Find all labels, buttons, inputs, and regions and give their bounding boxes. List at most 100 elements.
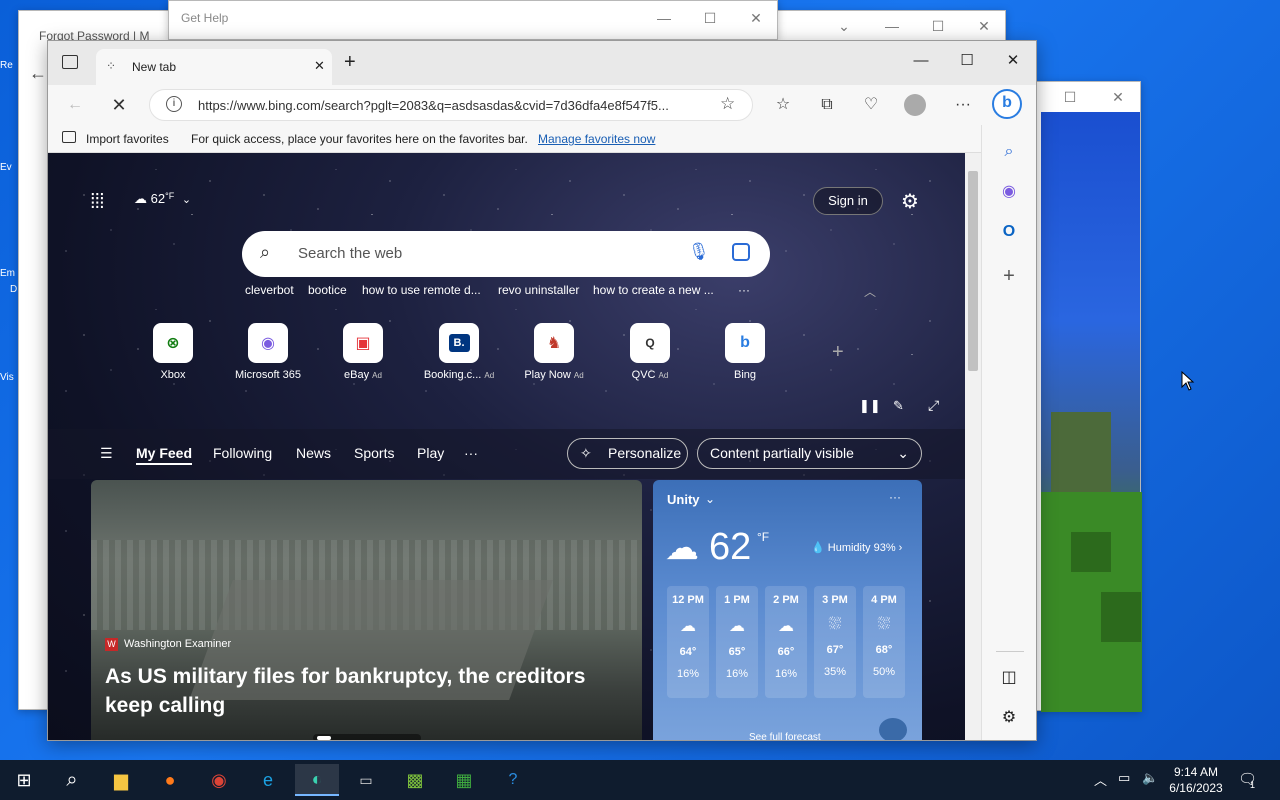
stop-loading-icon[interactable]: ✕ [106, 93, 132, 117]
search-icon[interactable]: ⌕ [50, 764, 94, 796]
collapse-chevron-icon[interactable]: ︿ [864, 283, 876, 300]
import-favorites-button[interactable]: Import favorites [86, 132, 169, 146]
news-headline[interactable]: As US military files for bankruptcy, the… [105, 662, 635, 720]
clock[interactable]: 9:14 AM 6/16/2023 [1166, 764, 1226, 796]
news-card[interactable]: W Washington Examiner As US military file… [91, 480, 642, 740]
maximize-button[interactable]: ☐ [687, 1, 733, 31]
network-icon[interactable]: ▭ [1118, 770, 1130, 786]
quick-link-qvc[interactable]: Q QVC Ad [605, 323, 695, 381]
apps-grid-icon[interactable]: ⁞⁞⁞ [90, 191, 105, 214]
hourly-forecast[interactable]: 3 PM ⛆ 67° 35% [814, 586, 856, 698]
tab-sports[interactable]: Sports [354, 445, 394, 461]
collections-icon[interactable]: ⧉ [814, 93, 840, 117]
maximize-button[interactable]: ☐ [944, 41, 990, 81]
weather-location[interactable]: Unity [667, 492, 700, 507]
windows-start-icon[interactable]: ⊞ [2, 764, 46, 796]
scrollbar-thumb[interactable] [968, 171, 978, 371]
minecraft-icon[interactable]: ▩ [393, 764, 437, 796]
search-suggestion[interactable]: revo uninstaller [498, 283, 579, 297]
humidity-label[interactable]: 💧 Humidity 93% › [811, 541, 902, 554]
add-sidebar-app-icon[interactable]: + [996, 263, 1022, 289]
internet-explorer-icon[interactable]: e [246, 764, 290, 796]
see-full-forecast-link[interactable]: See full forecast [749, 732, 821, 740]
search-input[interactable]: Search the web [298, 245, 402, 262]
address-bar[interactable]: i https://www.bing.com/search?pglt=2083&… [149, 89, 753, 121]
favorites-icon[interactable]: ☆ [770, 93, 796, 117]
show-hidden-icons-icon[interactable]: ︿ [1094, 770, 1107, 789]
quick-link-bing[interactable]: b Bing [700, 323, 790, 381]
chevron-down-icon[interactable]: ⌄ [705, 492, 715, 506]
maximize-button[interactable]: ☐ [915, 11, 961, 41]
tab-my-feed[interactable]: My Feed [136, 445, 193, 465]
page-scrollbar[interactable] [965, 153, 981, 740]
game-view[interactable] [1041, 112, 1142, 712]
quick-link-microsoft-365[interactable]: ◉ Microsoft 365 [223, 323, 313, 381]
get-help-icon[interactable]: ? [491, 764, 535, 796]
new-tab-button[interactable]: + [344, 51, 356, 74]
hourly-forecast[interactable]: 12 PM ☁ 64° 16% [667, 586, 709, 698]
microsoft-365-icon[interactable]: ◉ [996, 179, 1022, 205]
pause-background-icon[interactable]: ❚❚ [859, 398, 881, 414]
hourly-forecast[interactable]: 4 PM ⛆ 68° 50% [863, 586, 905, 698]
search-icon[interactable]: ⌕ [996, 139, 1022, 165]
search-suggestion[interactable]: how to use remote d... [362, 283, 481, 297]
content-visibility-dropdown[interactable]: Content partially visible ⌄ [697, 438, 922, 469]
close-button[interactable]: ✕ [990, 41, 1036, 81]
manage-favorites-link[interactable]: Manage favorites now [538, 132, 655, 146]
minimize-button[interactable]: — [869, 11, 915, 41]
browser-essentials-icon[interactable]: ♡ [858, 93, 884, 117]
close-tab-icon[interactable]: ✕ [314, 58, 325, 74]
carousel-indicator[interactable] [313, 734, 421, 740]
info-icon[interactable]: i [166, 96, 182, 112]
close-button[interactable]: ✕ [733, 1, 779, 31]
minecraft-launcher-icon[interactable]: ▦ [442, 764, 486, 796]
tab-news[interactable]: News [296, 445, 331, 461]
weather-widget[interactable]: ☁ 62°F ⌄ [134, 191, 191, 207]
quick-link-play-now[interactable]: ♞ Play Now Ad [509, 323, 599, 381]
more-suggestions-icon[interactable]: ··· [738, 283, 750, 297]
close-button[interactable]: ✕ [1095, 82, 1141, 112]
back-arrow-icon[interactable]: ← [29, 63, 47, 84]
edit-background-icon[interactable]: ✎ [893, 398, 904, 414]
tab-new-tab[interactable]: ⁘ New tab ✕ [96, 49, 332, 85]
weather-card[interactable]: Unity ⌄ ··· ☁ 62 °F 💧 Humidity 93% › 12 … [653, 480, 922, 740]
url-text[interactable]: https://www.bing.com/search?pglt=2083&q=… [198, 98, 714, 113]
minimize-button[interactable]: — [641, 1, 687, 31]
firefox-icon[interactable]: ● [148, 764, 192, 796]
search-suggestion[interactable]: how to create a new ... [593, 283, 714, 297]
quick-link-ebay[interactable]: ▣ eBay Ad [318, 323, 408, 381]
more-options-icon[interactable]: ··· [889, 490, 901, 504]
quick-link-xbox[interactable]: ⊗ Xbox [128, 323, 218, 381]
edge-browser-window[interactable]: ⁘ New tab ✕ + — ☐ ✕ ← ✕ i https://www.bi… [47, 40, 1037, 741]
bing-chat-icon[interactable]: b [992, 89, 1022, 119]
background-window-get-help[interactable]: Get Help — ☐ ✕ [168, 0, 778, 40]
more-options-icon[interactable]: ··· [950, 93, 976, 117]
chrome-icon[interactable]: ◉ [197, 764, 241, 796]
file-explorer-icon[interactable]: ▆ [99, 764, 143, 796]
close-button[interactable]: ✕ [961, 11, 1007, 41]
visual-search-icon[interactable] [732, 243, 750, 261]
more-tabs-icon[interactable]: ··· [464, 445, 478, 461]
expand-icon[interactable]: ⤢ [928, 397, 939, 414]
chevron-down-icon[interactable]: ⌄ [821, 11, 867, 41]
hide-sidebar-icon[interactable]: ◫ [996, 665, 1022, 691]
personalize-button[interactable]: ✧ Personalize [567, 438, 688, 469]
sign-in-button[interactable]: Sign in [813, 187, 883, 215]
maximize-button[interactable]: ☐ [1047, 82, 1093, 112]
minimize-button[interactable]: — [898, 41, 944, 81]
background-window-minecraft[interactable]: ☐ ✕ [1036, 81, 1142, 712]
back-arrow-icon[interactable]: ← [62, 93, 88, 117]
tab-following[interactable]: Following [213, 445, 272, 461]
web-search-box[interactable]: ⌕ Search the web 🎙 [242, 231, 770, 277]
tab-actions-icon[interactable] [62, 55, 78, 69]
add-shortcut-button[interactable]: + [832, 341, 844, 364]
hourly-forecast[interactable]: 2 PM ☁ 66° 16% [765, 586, 807, 698]
microphone-icon[interactable]: 🎙 [688, 242, 710, 262]
favorite-star-icon[interactable]: ☆ [720, 94, 735, 114]
profile-avatar[interactable] [904, 94, 926, 116]
menu-hamburger-icon[interactable]: ☰ [100, 445, 113, 462]
command-prompt-icon[interactable]: ▭ [344, 764, 388, 796]
search-suggestion[interactable]: cleverbot [245, 283, 294, 297]
volume-muted-icon[interactable]: 🔈 [1142, 770, 1158, 786]
outlook-icon[interactable]: O [996, 219, 1022, 245]
